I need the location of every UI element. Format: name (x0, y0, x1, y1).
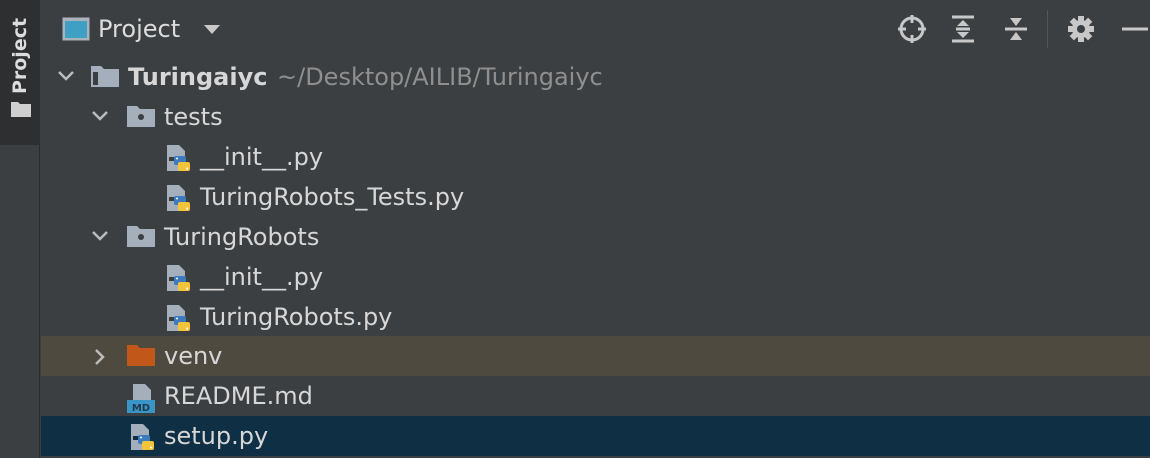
tree-row-venv[interactable]: venv (41, 336, 1150, 376)
gear-icon[interactable] (1066, 14, 1096, 44)
chevron-down-icon[interactable] (204, 25, 220, 35)
tree-row-turingrobots[interactable]: TuringRobots (41, 217, 1150, 257)
python-file-icon (167, 145, 190, 171)
toolbar-separator (1047, 10, 1048, 48)
turingrobots-folder-name: TuringRobots (164, 223, 320, 251)
excluded-folder-icon (127, 345, 155, 366)
tests-folder-name: tests (164, 103, 223, 131)
tree-row-tests[interactable]: tests (41, 97, 1150, 137)
setup-file-name: setup.py (164, 422, 269, 450)
file-name: TuringRobots_Tests.py (200, 183, 465, 211)
folder-icon (11, 102, 31, 117)
tree-row-file[interactable]: __init__.py (41, 137, 1150, 177)
tree-row-readme[interactable]: MD README.md (41, 376, 1150, 416)
project-stripe-button[interactable]: Project (0, 0, 40, 145)
python-file-icon (167, 305, 190, 331)
python-file-icon (167, 265, 190, 291)
view-selector-title[interactable]: Project (98, 14, 180, 44)
project-view-icon[interactable] (62, 17, 90, 41)
module-folder-icon (91, 66, 119, 87)
markdown-file-icon: MD (127, 384, 155, 414)
tree-row-setup[interactable]: setup.py (41, 416, 1150, 456)
venv-folder-name: venv (164, 342, 223, 370)
tree-row-file[interactable]: __init__.py (41, 257, 1150, 297)
file-name: __init__.py (200, 263, 324, 291)
tool-window-header: Project (41, 0, 1150, 57)
root-folder-path: ~/Desktop/AILIB/Turingaiyc (277, 63, 603, 91)
file-name: __init__.py (200, 143, 324, 171)
expand-all-icon[interactable] (948, 14, 978, 44)
package-folder-icon (127, 106, 155, 127)
chevron-right-icon[interactable] (93, 348, 107, 366)
file-name: TuringRobots.py (200, 303, 393, 331)
minimize-icon[interactable] (1119, 14, 1149, 44)
locate-file-icon[interactable] (897, 14, 927, 44)
chevron-down-icon[interactable] (57, 69, 75, 83)
tree-row-root[interactable]: Turingaiyc ~/Desktop/AILIB/Turingaiyc (41, 57, 1150, 97)
project-tool-window: Project Project Turingaiyc ~/Desktop/AIL… (0, 0, 1150, 458)
project-tree: Turingaiyc ~/Desktop/AILIB/Turingaiyc te… (41, 57, 1150, 458)
python-file-icon (167, 185, 190, 211)
svg-text:MD: MD (132, 403, 150, 414)
chevron-down-icon[interactable] (91, 229, 109, 243)
left-tool-stripe: Project (0, 0, 40, 458)
project-stripe-label: Project (9, 17, 31, 95)
collapse-all-icon[interactable] (1001, 14, 1031, 44)
tree-row-file[interactable]: TuringRobots.py (41, 297, 1150, 337)
readme-file-name: README.md (164, 382, 313, 410)
root-folder-name: Turingaiyc (128, 63, 268, 91)
python-file-icon (131, 424, 154, 450)
tree-row-file[interactable]: TuringRobots_Tests.py (41, 177, 1150, 217)
package-folder-icon (127, 226, 155, 247)
chevron-down-icon[interactable] (91, 109, 109, 123)
